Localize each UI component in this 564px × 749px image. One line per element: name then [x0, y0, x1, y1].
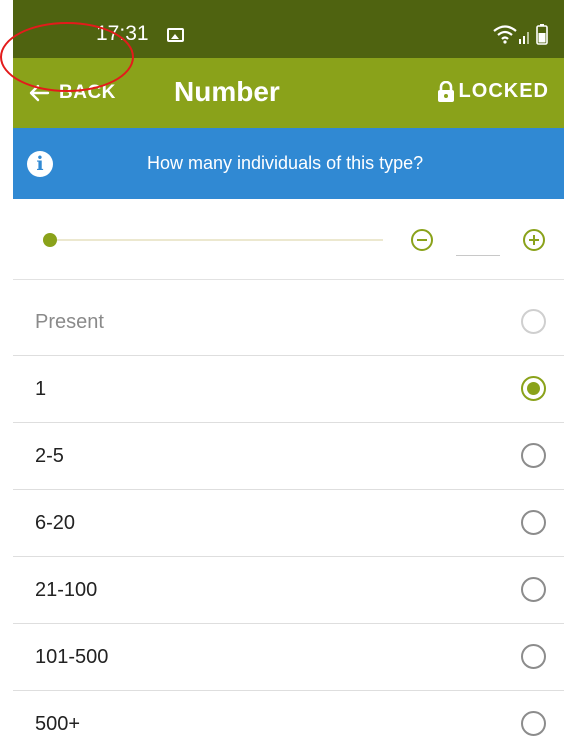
back-button[interactable]: BACK	[27, 70, 116, 116]
info-bar: i How many individuals of this type?	[13, 128, 564, 199]
app-screen: 17:31 BACK Number LOCKED i How many indi…	[13, 0, 564, 749]
option-1[interactable]: 1	[13, 356, 564, 423]
signal-icon	[519, 32, 529, 44]
count-input[interactable]	[456, 229, 500, 256]
info-icon[interactable]: i	[27, 151, 53, 177]
app-bar: BACK Number LOCKED	[13, 58, 564, 128]
back-label: BACK	[59, 82, 116, 103]
arrow-left-icon	[29, 84, 50, 102]
option-label: 101-500	[35, 646, 109, 668]
decrement-button[interactable]	[411, 229, 433, 251]
option-label: 21-100	[35, 579, 98, 601]
radio-button[interactable]	[521, 711, 546, 736]
radio-button-selected[interactable]	[521, 376, 546, 401]
locked-label: LOCKED	[458, 80, 549, 102]
wifi-icon	[493, 25, 517, 44]
radio-button[interactable]	[521, 309, 546, 334]
option-500-plus[interactable]: 500+	[13, 691, 564, 749]
radio-button[interactable]	[521, 577, 546, 602]
gallery-icon	[167, 28, 184, 42]
option-101-500[interactable]: 101-500	[13, 624, 564, 691]
status-bar: 17:31	[13, 0, 564, 58]
option-label: 1	[35, 378, 47, 400]
option-label: Present	[35, 311, 104, 333]
slider-thumb[interactable]	[43, 233, 57, 247]
info-text: How many individuals of this type?	[147, 153, 424, 173]
counter-row	[13, 199, 564, 280]
option-label: 2-5	[35, 445, 64, 467]
status-time: 17:31	[96, 22, 149, 45]
slider-track[interactable]	[43, 239, 383, 241]
lock-icon	[437, 80, 454, 102]
option-21-100[interactable]: 21-100	[13, 557, 564, 624]
system-icons	[482, 24, 552, 46]
radio-button[interactable]	[521, 644, 546, 669]
battery-icon	[536, 24, 548, 45]
option-list: Present 1 2-5 6-20 21-100 101-500 500+	[13, 289, 564, 749]
radio-button[interactable]	[521, 443, 546, 468]
radio-button[interactable]	[521, 510, 546, 535]
option-present[interactable]: Present	[13, 289, 564, 356]
option-label: 6-20	[35, 512, 76, 534]
option-label: 500+	[35, 713, 81, 735]
page-title: Number	[174, 76, 280, 107]
increment-button[interactable]	[523, 229, 545, 251]
option-2-5[interactable]: 2-5	[13, 423, 564, 490]
option-6-20[interactable]: 6-20	[13, 490, 564, 557]
lock-toggle[interactable]: LOCKED	[436, 80, 549, 103]
